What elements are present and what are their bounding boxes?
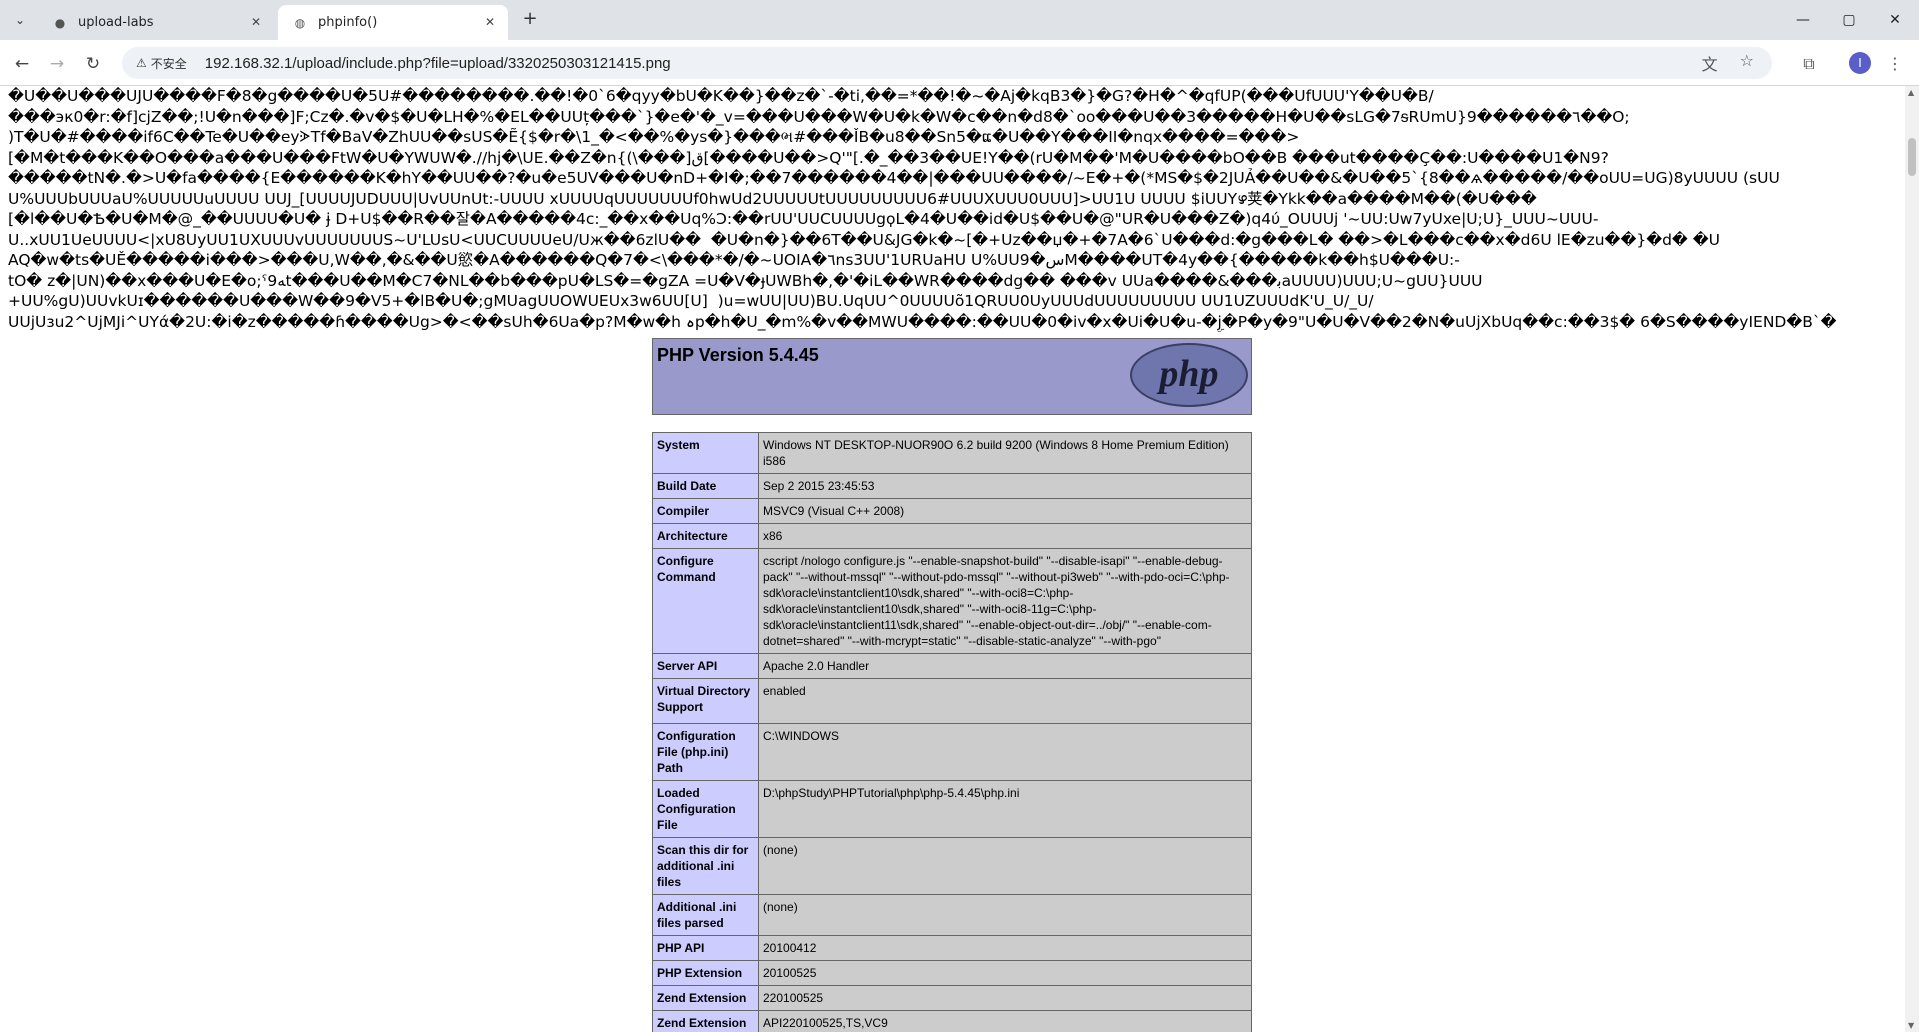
scrollbar-thumb[interactable] [1908, 138, 1916, 176]
table-row: Build Date Sep 2 2015 23:45:53 [652, 473, 1252, 499]
bookmark-star-icon[interactable]: ☆ [1740, 51, 1754, 75]
table-row: Server API Apache 2.0 Handler [652, 653, 1252, 679]
info-key: Loaded Configuration File [652, 780, 759, 838]
info-value: MSVC9 (Visual C++ 2008) [758, 498, 1252, 524]
info-key: PHP Extension [652, 960, 759, 986]
info-key: Architecture [652, 523, 759, 549]
binary-output-line: ���эк0�r:�f]cjZ��;!U�n���]F;Cz�.�v�$�U�L… [8, 107, 1630, 126]
binary-output-line: UUjUзu2^UjMJi^UYά�2U:�i�z�����ɦ����Ug>�<… [8, 312, 1837, 331]
table-row: Compiler MSVC9 (Visual C++ 2008) [652, 498, 1252, 524]
binary-output-line: [�l��U�Ѣ�U�M�@_��UUUU�U� ɉ D+U$��R��잘�A�… [8, 210, 1599, 228]
profile-avatar[interactable]: I [1849, 52, 1871, 74]
close-tab-icon[interactable]: ✕ [482, 14, 498, 30]
close-tab-icon[interactable]: ✕ [248, 14, 264, 30]
table-row: Additional .ini files parsed (none) [652, 894, 1252, 936]
table-row: Configure Command cscript /nologo configu… [652, 548, 1252, 654]
info-value: x86 [758, 523, 1252, 549]
info-value: 20100525 [758, 960, 1252, 986]
tab-title: phpinfo() [318, 15, 378, 30]
table-row: Zend Extension 220100525 [652, 985, 1252, 1011]
binary-output-line: )T�U�#����if6C��Te�U��eyᗈTf�BaV�ZhUU��sU… [8, 128, 1300, 146]
address-bar[interactable]: ⚠ 不安全 192.168.32.1/upload/include.php?fi… [122, 47, 1772, 79]
info-key: Virtual Directory Support [652, 678, 759, 724]
forward-arrow-icon[interactable]: → [44, 51, 70, 77]
table-row: Architecture x86 [652, 523, 1252, 549]
back-arrow-icon[interactable]: ← [9, 51, 35, 77]
info-key: Configure Command [652, 548, 759, 654]
info-value: (none) [758, 837, 1252, 895]
tab-title: upload-labs [78, 15, 154, 30]
info-value: 20100412 [758, 935, 1252, 961]
info-value: Apache 2.0 Handler [758, 653, 1252, 679]
tab-strip: ⌄ ● upload-labs ✕ ◍ phpinfo() ✕ + — ▢ ✕ [0, 0, 1919, 40]
info-value: 220100525 [758, 985, 1252, 1011]
info-key: Server API [652, 653, 759, 679]
table-row: System Windows NT DESKTOP-NUOR90O 6.2 bui… [652, 432, 1252, 474]
site-info-button[interactable]: ⚠ 不安全 [130, 52, 193, 74]
binary-output-line: U..xUU1UeUUUU<|xU8UyUU1UXUUUvUUUUUUUS~U'… [8, 230, 1720, 249]
security-label: 不安全 [150, 56, 187, 71]
restore-button[interactable]: ▢ [1826, 6, 1872, 34]
translate-icon[interactable]: 文 [1702, 51, 1718, 75]
phpinfo-table: System Windows NT DESKTOP-NUOR90O 6.2 bui… [652, 432, 1252, 1032]
binary-output-text: �U��U���UJU����F�8�g����U�5U#��������.��… [8, 86, 1898, 332]
info-value: cscript /nologo configure.js "--enable-s… [758, 548, 1252, 654]
table-row: Virtual Directory Support enabled [652, 678, 1252, 724]
vertical-scrollbar[interactable]: ▲ ▼ [1905, 86, 1919, 1032]
info-key: Zend Extension Build [652, 1010, 759, 1032]
menu-kebab-icon[interactable]: ⋮ [1882, 51, 1908, 77]
close-window-button[interactable]: ✕ [1872, 6, 1918, 34]
omnibox-actions: 文 ☆ [1702, 51, 1754, 75]
globe-icon: ◍ [294, 15, 306, 30]
table-row: Configuration File (php.ini) Path C:\WIND… [652, 723, 1252, 781]
reload-icon[interactable]: ↻ [80, 51, 106, 77]
table-row: Loaded Configuration File D:\phpStudy\PHP… [652, 780, 1252, 838]
binary-output-line: AQ�w�ts�UĚ�����i���>���U,W��,�&��U慾�A���… [8, 251, 1460, 269]
table-row: Zend Extension BuildAPI220100525,TS,VC9 [652, 1010, 1252, 1032]
new-tab-button[interactable]: + [518, 8, 542, 32]
info-value: Windows NT DESKTOP-NUOR90O 6.2 build 920… [758, 432, 1252, 474]
url-text[interactable]: 192.168.32.1/upload/include.php?file=upl… [205, 55, 671, 72]
info-key: Scan this dir for additional .ini files [652, 837, 759, 895]
php-logo[interactable]: php [1130, 343, 1248, 407]
info-key: Additional .ini files parsed [652, 894, 759, 936]
binary-output-line: �U��U���UJU����F�8�g����U�5U#��������.��… [8, 87, 1434, 105]
info-value: Sep 2 2015 23:45:53 [758, 473, 1252, 499]
php-version-header: PHP Version 5.4.45 php [652, 338, 1252, 415]
binary-output-line: [�M�t���K��O���a���U���FtW�U�YWUW�.//hj�… [8, 148, 1609, 167]
info-key: System [652, 432, 759, 474]
info-value: enabled [758, 678, 1252, 724]
info-key: Configuration File (php.ini) Path [652, 723, 759, 781]
scroll-up-arrow-icon[interactable]: ▲ [1908, 88, 1914, 97]
tab-phpinfo[interactable]: ◍ phpinfo() ✕ [278, 5, 508, 40]
php-version-title: PHP Version 5.4.45 [657, 345, 819, 365]
info-value: C:\WINDOWS [758, 723, 1252, 781]
extensions-puzzle-icon[interactable]: ⧉ [1796, 51, 1822, 77]
info-value: (none) [758, 894, 1252, 936]
info-key: Compiler [652, 498, 759, 524]
page-content: �U��U���UJU����F�8�g����U�5U#��������.��… [0, 86, 1905, 1032]
tab-search-chevron-icon[interactable]: ⌄ [8, 8, 32, 32]
scroll-down-arrow-icon[interactable]: ▼ [1908, 1021, 1914, 1030]
binary-output-line: tO� z�|UN)��x���U�E�o;ˁ9ﻪt���U��M�C7�NL�… [8, 271, 1483, 290]
info-key: Zend Extension [652, 985, 759, 1011]
info-value: D:\phpStudy\PHPTutorial\php\php-5.4.45\p… [758, 780, 1252, 838]
table-row: Scan this dir for additional .ini files(… [652, 837, 1252, 895]
warning-icon: ⚠ [136, 56, 147, 70]
table-row: PHP API 20100412 [652, 935, 1252, 961]
browser-toolbar: ← → ↻ ⚠ 不安全 192.168.32.1/upload/include.… [0, 40, 1919, 86]
tab-upload-labs[interactable]: ● upload-labs ✕ [38, 5, 274, 40]
binary-output-line: +UU%gU)UUvkUɪ������U���W��9�V5+�lB�U�;gM… [8, 292, 1374, 310]
table-row: PHP Extension 20100525 [652, 960, 1252, 986]
info-value: API220100525,TS,VC9 [758, 1010, 1252, 1032]
info-key: Build Date [652, 473, 759, 499]
minimize-button[interactable]: — [1780, 6, 1826, 34]
github-icon: ● [54, 15, 66, 30]
binary-output-line: U%UUUbUUUaU%UUUUUuUUUU UUJ_[UUUUJUDUUU|U… [8, 189, 1537, 208]
info-key: PHP API [652, 935, 759, 961]
binary-output-line: �����tN�.�>U�fa����{E������K�hY��UU��?�u… [8, 169, 1780, 187]
